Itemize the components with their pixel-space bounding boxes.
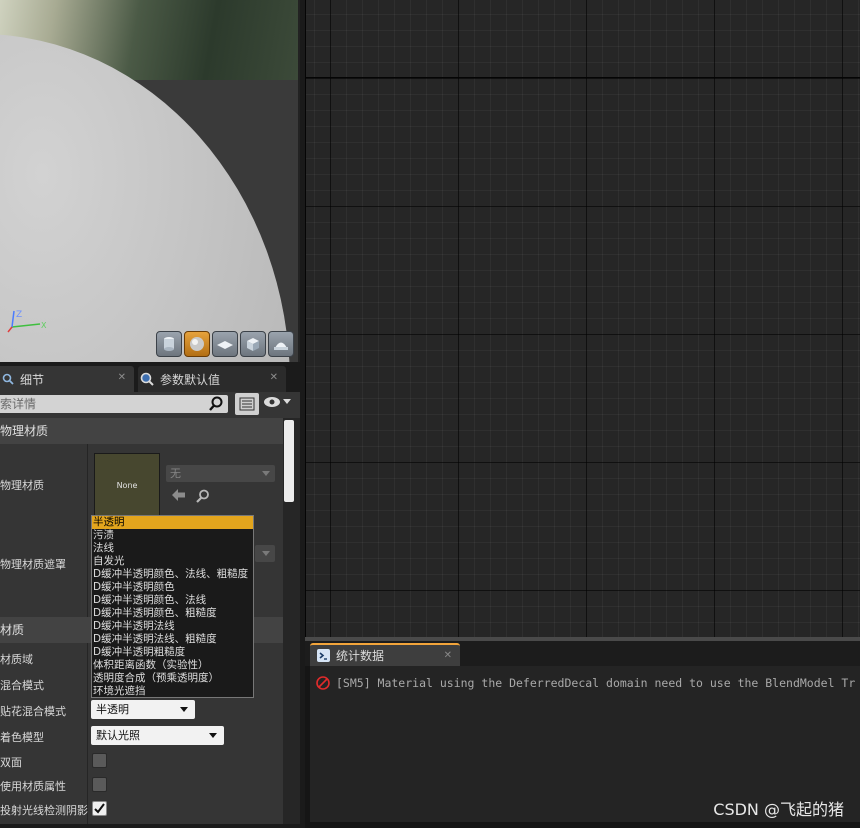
watermark: CSDN @飞起的猪 bbox=[713, 800, 844, 819]
property-material-attributes-label: 使用材质属性 bbox=[0, 780, 66, 793]
search-icon bbox=[2, 373, 14, 385]
tab-parameter-defaults[interactable]: 参数默认值 ✕ bbox=[138, 366, 286, 392]
cube-icon bbox=[247, 338, 259, 351]
dropdown-option[interactable]: 体积距离函数（实验性） bbox=[92, 659, 253, 672]
tab-details-label: 细节 bbox=[20, 372, 45, 387]
shading-value: 默认光照 bbox=[96, 729, 140, 742]
custom-mesh-icon bbox=[274, 342, 288, 350]
property-shading-label: 着色模型 bbox=[0, 731, 44, 744]
view-options-button[interactable] bbox=[263, 396, 291, 408]
preview-sphere-button[interactable] bbox=[184, 331, 210, 357]
chevron-down-icon bbox=[262, 471, 270, 476]
eye-icon bbox=[264, 397, 280, 407]
details-tabbar: 细节 ✕ 参数默认值 ✕ bbox=[0, 362, 300, 392]
browse-search-icon[interactable] bbox=[196, 489, 210, 503]
stats-tab-label: 统计数据 bbox=[336, 649, 385, 663]
preview-custom-mesh-button[interactable] bbox=[268, 331, 294, 357]
property-matrix-button[interactable] bbox=[235, 393, 259, 415]
decal-blend-mode-combo[interactable]: 半透明 bbox=[91, 700, 195, 719]
bottom-strip bbox=[0, 824, 300, 828]
graph-origin-horizontal bbox=[305, 77, 860, 78]
material-preview-viewport[interactable]: Z X bbox=[0, 0, 300, 362]
dropdown-option[interactable]: 半透明 bbox=[92, 516, 253, 529]
property-blend-mode-label: 混合模式 bbox=[0, 679, 44, 692]
property-two-sided-label: 双面 bbox=[0, 756, 22, 769]
tab-defaults-label: 参数默认值 bbox=[160, 372, 221, 387]
close-icon[interactable]: ✕ bbox=[444, 650, 452, 661]
material-attributes-checkbox[interactable] bbox=[92, 777, 107, 792]
search-icon bbox=[140, 372, 154, 386]
two-sided-checkbox[interactable] bbox=[92, 753, 107, 768]
phys-mat-mask-picker[interactable] bbox=[255, 545, 275, 562]
property-decal-blend-label: 贴花混合模式 bbox=[0, 705, 66, 718]
decal-blend-value: 半透明 bbox=[96, 703, 129, 716]
stats-tabbar: 统计数据 ✕ bbox=[305, 641, 860, 666]
details-search-row: 索详情 bbox=[0, 392, 300, 418]
preview-plane-button[interactable] bbox=[212, 331, 238, 357]
search-icon bbox=[209, 396, 223, 411]
asset-thumbnail[interactable]: None bbox=[94, 453, 160, 517]
category-label: 材质 bbox=[0, 623, 25, 637]
dropdown-option[interactable]: D缓冲半透明颜色、法线、粗糙度 bbox=[92, 568, 253, 581]
dropdown-option[interactable]: D缓冲半透明颜色 bbox=[92, 581, 253, 594]
close-icon[interactable]: ✕ bbox=[118, 372, 126, 383]
preview-cube-button[interactable] bbox=[240, 331, 266, 357]
checkmark-icon bbox=[94, 803, 105, 814]
scrollbar-thumb[interactable] bbox=[284, 420, 294, 502]
tab-details[interactable]: 细节 ✕ bbox=[0, 366, 134, 392]
decal-blend-mode-dropdown[interactable]: 半透明 污渍 法线 自发光 D缓冲半透明颜色、法线、粗糙度 D缓冲半透明颜色 D… bbox=[91, 515, 254, 698]
details-scrollbar[interactable] bbox=[284, 418, 294, 828]
stats-icon bbox=[317, 649, 330, 662]
stats-message: [SM5] Material using the DeferredDecal d… bbox=[316, 676, 855, 690]
property-phys-mat-label: 物理材质 bbox=[0, 479, 44, 492]
property-domain-label: 材质域 bbox=[0, 653, 33, 666]
preview-shape-toolbar bbox=[156, 331, 294, 357]
cylinder-icon bbox=[164, 337, 174, 351]
sphere-icon bbox=[190, 337, 204, 351]
axis-z-label: Z bbox=[16, 310, 22, 320]
graph-origin-vertical bbox=[305, 0, 306, 637]
cast-ray-shadows-checkbox[interactable] bbox=[92, 801, 107, 816]
axis-gizmo: Z X bbox=[7, 310, 47, 333]
chevron-down-icon bbox=[209, 733, 217, 738]
dropdown-option[interactable]: D缓冲半透明粗糙度 bbox=[92, 646, 253, 659]
chevron-down-icon bbox=[262, 551, 270, 556]
chevron-down-icon bbox=[180, 707, 188, 712]
dropdown-option[interactable]: D缓冲半透明法线、粗糙度 bbox=[92, 633, 253, 646]
material-graph-canvas[interactable] bbox=[305, 0, 860, 637]
close-icon[interactable]: ✕ bbox=[270, 372, 278, 383]
thumbnail-text: None bbox=[116, 480, 138, 490]
use-selected-arrow-icon[interactable] bbox=[172, 489, 186, 501]
category-label: 物理材质 bbox=[0, 424, 49, 438]
list-view-icon bbox=[239, 397, 255, 411]
dropdown-option[interactable]: 自发光 bbox=[92, 555, 253, 568]
error-icon bbox=[316, 676, 330, 690]
dropdown-option[interactable]: 环境光遮挡 bbox=[92, 685, 253, 698]
shading-model-combo[interactable]: 默认光照 bbox=[91, 726, 224, 745]
phys-mat-value: 无 bbox=[170, 467, 181, 480]
plane-icon bbox=[217, 341, 233, 349]
dropdown-option[interactable]: 法线 bbox=[92, 542, 253, 555]
dropdown-option[interactable]: D缓冲半透明颜色、粗糙度 bbox=[92, 607, 253, 620]
property-phys-mat-mask-label: 物理材质遮罩 bbox=[0, 558, 66, 571]
property-cast-ray-shadows-label: 投射光线检测阴影 bbox=[0, 804, 88, 817]
preview-cylinder-button[interactable] bbox=[156, 331, 182, 357]
phys-mat-asset-picker[interactable]: 无 bbox=[166, 465, 275, 482]
dropdown-option[interactable]: 污渍 bbox=[92, 529, 253, 542]
dropdown-option[interactable]: D缓冲半透明颜色、法线 bbox=[92, 594, 253, 607]
search-placeholder: 索详情 bbox=[0, 397, 37, 411]
category-physical-material[interactable]: 物理材质 bbox=[0, 418, 283, 444]
dropdown-option[interactable]: 透明度合成（预乘透明度） bbox=[92, 672, 253, 685]
chevron-down-icon bbox=[283, 399, 291, 404]
stats-panel: 统计数据 ✕ [SM5] Material using the Deferred… bbox=[305, 641, 860, 828]
tab-stats[interactable]: 统计数据 ✕ bbox=[310, 643, 460, 666]
axis-x-label: X bbox=[41, 321, 47, 330]
dropdown-option[interactable]: D缓冲半透明法线 bbox=[92, 620, 253, 633]
search-input[interactable]: 索详情 bbox=[0, 395, 228, 413]
stats-message-text: [SM5] Material using the DeferredDecal d… bbox=[336, 676, 856, 690]
